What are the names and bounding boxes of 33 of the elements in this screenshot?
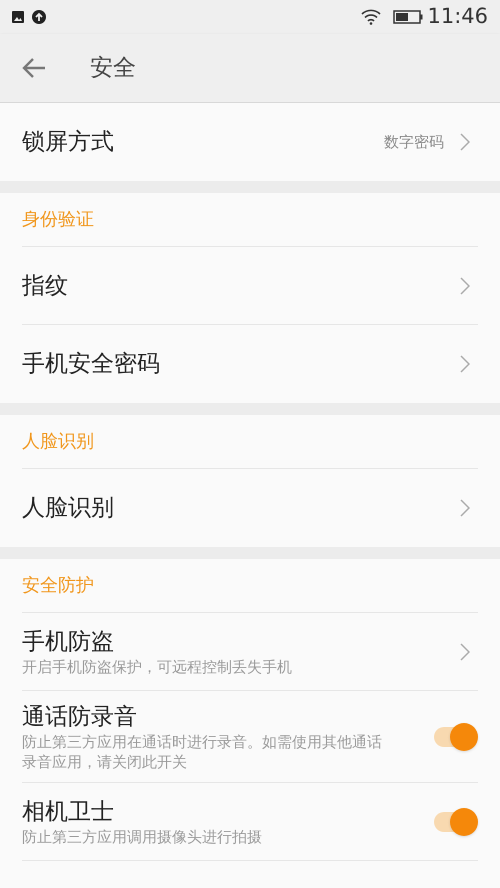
section-header: 安全防护 [22, 574, 94, 598]
item-title: 通话防录音 [22, 702, 138, 732]
settings-row[interactable]: 通话防录音 防止第三方应用在通话时进行录音。如需使用其他通话录音应用，请关闭此开关 [22, 691, 478, 783]
settings-row[interactable]: 人脸识别 [22, 469, 478, 547]
image-icon [12, 11, 24, 23]
battery-icon [393, 10, 424, 24]
item-description: 防止第三方应用在通话时进行录音。如需使用其他通话录音应用，请关闭此开关 [22, 732, 383, 772]
chevron-right-icon [460, 133, 470, 151]
chevron-right-icon [460, 499, 470, 517]
settings-row[interactable]: 手机安全密码 [22, 325, 478, 403]
item-title: 手机安全密码 [22, 350, 161, 379]
toggle-switch[interactable] [432, 722, 478, 750]
item-description: 开启手机防盗保护，可远程控制丢失手机 [22, 656, 293, 676]
item-title: 相机卫士 [22, 798, 115, 826]
section-header: 人脸识别 [22, 430, 94, 454]
item-title: 手机防盗 [22, 628, 115, 656]
wifi-icon [361, 9, 382, 25]
chevron-right-icon [460, 355, 470, 373]
settings-row[interactable]: 手机防盗 开启手机防盗保护，可远程控制丢失手机 [22, 613, 478, 691]
settings-row[interactable]: 相机卫士 防止第三方应用调用摄像头进行拍摄 [22, 783, 478, 861]
item-title: 指纹 [22, 272, 69, 300]
settings-row[interactable]: 指纹 [22, 247, 478, 325]
item-title: 人脸识别 [22, 494, 115, 523]
toggle-switch[interactable] [432, 808, 478, 836]
section-header: 身份验证 [22, 208, 94, 232]
upload-icon [32, 10, 46, 24]
page-title: 安全 [90, 54, 136, 83]
chevron-right-icon [460, 276, 470, 294]
item-description: 防止第三方应用调用摄像头进行拍摄 [22, 826, 263, 846]
item-value: 数字密码 [384, 132, 444, 153]
item-title: 锁屏方式 [22, 128, 115, 157]
clock-time: 11:46 [427, 3, 488, 30]
chevron-right-icon [460, 642, 470, 660]
